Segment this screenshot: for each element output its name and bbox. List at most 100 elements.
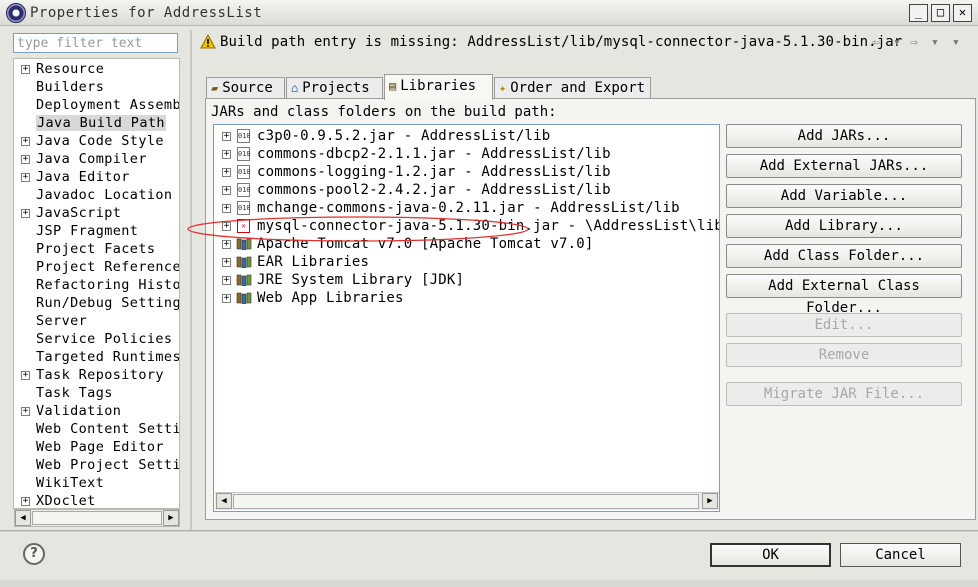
library-container-icon xyxy=(236,256,252,268)
nav-item[interactable]: Java Build Path xyxy=(14,114,179,132)
tab-projects[interactable]: ⌂ Projects xyxy=(286,77,383,99)
cancel-button[interactable]: Cancel xyxy=(840,543,961,567)
library-container-icon xyxy=(236,274,252,286)
back-arrow-icon[interactable]: ⇦ xyxy=(872,35,880,50)
nav-item-label: Service Policies xyxy=(36,331,173,347)
expand-icon[interactable]: + xyxy=(222,132,231,141)
expand-icon[interactable]: + xyxy=(222,276,231,285)
jar-icon: 010 xyxy=(237,183,251,197)
add-library-button[interactable]: Add Library... xyxy=(726,214,962,238)
migrate-jar-button[interactable]: Migrate JAR File... xyxy=(726,382,962,406)
minimize-button[interactable]: _ xyxy=(909,4,928,22)
expand-icon[interactable]: + xyxy=(222,258,231,267)
nav-item[interactable]: WikiText xyxy=(14,474,179,492)
jar-icon: 010 xyxy=(237,165,251,179)
nav-item[interactable]: Service Policies xyxy=(14,330,179,348)
remove-button[interactable]: Remove xyxy=(726,343,962,367)
nav-item[interactable]: + XDoclet xyxy=(14,492,179,508)
footer-separator xyxy=(0,530,978,532)
nav-item[interactable]: + Java Compiler xyxy=(14,150,179,168)
tab-source[interactable]: ▰ Source xyxy=(206,77,285,99)
nav-item-label: Task Tags xyxy=(36,385,113,401)
expand-icon[interactable]: + xyxy=(222,186,231,195)
add-class-folder-button[interactable]: Add Class Folder... xyxy=(726,244,962,268)
expand-icon[interactable]: + xyxy=(222,294,231,303)
library-entry[interactable]: + ✕ mysql-connector-java-5.1.30-bin.jar - … xyxy=(214,217,719,235)
tab-order-export[interactable]: ✦ Order and Export xyxy=(494,77,651,99)
add-external-class-folder-button[interactable]: Add External Class Folder... xyxy=(726,274,962,316)
view-menu-chevron-icon[interactable]: ▾ xyxy=(952,35,960,50)
nav-item[interactable]: Web Project Settin xyxy=(14,456,179,474)
expand-icon[interactable]: + xyxy=(222,240,231,249)
nav-item[interactable]: Web Content Settin xyxy=(14,420,179,438)
forward-arrow-icon[interactable]: ⇨ xyxy=(910,35,918,50)
library-entry-label: Web App Libraries xyxy=(257,290,404,306)
back-menu-chevron-icon[interactable]: ▾ xyxy=(893,35,901,50)
add-external-jars-button[interactable]: Add External JARs... xyxy=(726,154,962,178)
expand-icon[interactable]: + xyxy=(21,173,30,182)
help-icon[interactable]: ? xyxy=(23,543,45,565)
nav-item[interactable]: Deployment Assembl xyxy=(14,96,179,114)
expand-icon[interactable]: + xyxy=(222,168,231,177)
scroll-right-icon[interactable]: ▶ xyxy=(702,493,718,509)
scroll-left-icon[interactable]: ◀ xyxy=(15,510,31,526)
library-entry[interactable]: +010 commons-pool2-2.4.2.jar - AddressLis… xyxy=(214,181,719,199)
library-container-icon xyxy=(236,292,252,304)
library-entry[interactable]: +010 c3p0-0.9.5.2.jar - AddressList/lib xyxy=(214,127,719,145)
ok-button[interactable]: OK xyxy=(710,543,831,567)
expand-icon[interactable]: + xyxy=(222,204,231,213)
expand-icon[interactable]: + xyxy=(21,407,30,416)
expand-icon[interactable]: + xyxy=(21,155,30,164)
library-entry[interactable]: +010 commons-dbcp2-2.1.1.jar - AddressLis… xyxy=(214,145,719,163)
nav-item[interactable]: Server xyxy=(14,312,179,330)
scroll-left-icon[interactable]: ◀ xyxy=(216,493,232,509)
filter-input[interactable] xyxy=(13,33,178,53)
expand-icon[interactable]: + xyxy=(21,209,30,218)
nav-item[interactable]: Builders xyxy=(14,78,179,96)
nav-item[interactable]: + Java Editor xyxy=(14,168,179,186)
nav-item[interactable]: Run/Debug Settings xyxy=(14,294,179,312)
nav-horizontal-scrollbar[interactable]: ◀ ▶ xyxy=(14,509,180,527)
source-folder-icon: ▰ xyxy=(211,81,219,95)
edit-button[interactable]: Edit... xyxy=(726,313,962,337)
library-entry[interactable]: + JRE System Library [JDK] xyxy=(214,271,719,289)
nav-item[interactable]: Project References xyxy=(14,258,180,276)
nav-item[interactable]: Targeted Runtimes xyxy=(14,348,179,366)
expand-icon[interactable]: + xyxy=(21,497,30,506)
nav-item[interactable]: + Validation xyxy=(14,402,179,420)
splitter[interactable] xyxy=(190,30,192,530)
maximize-button[interactable]: □ xyxy=(931,4,950,22)
expand-icon[interactable]: + xyxy=(222,150,231,159)
nav-item[interactable]: Task Tags xyxy=(14,384,179,402)
nav-item[interactable]: Web Page Editor xyxy=(14,438,179,456)
nav-item[interactable]: + JavaScript xyxy=(14,204,179,222)
nav-item[interactable]: + Task Repository xyxy=(14,366,179,384)
library-entry[interactable]: +010 commons-logging-1.2.jar - AddressLis… xyxy=(214,163,719,181)
nav-item[interactable]: Refactoring Histor xyxy=(14,276,179,294)
nav-item[interactable]: + Java Code Style xyxy=(14,132,179,150)
library-entry[interactable]: +010 mchange-commons-java-0.2.11.jar - Ad… xyxy=(214,199,719,217)
forward-menu-chevron-icon[interactable]: ▾ xyxy=(931,35,939,50)
library-entry[interactable]: + EAR Libraries xyxy=(214,253,719,271)
scrollbar-thumb[interactable] xyxy=(32,511,162,525)
add-variable-button[interactable]: Add Variable... xyxy=(726,184,962,208)
nav-item-label: WikiText xyxy=(36,475,105,491)
close-button[interactable]: ✕ xyxy=(953,4,972,22)
library-entry[interactable]: + Web App Libraries xyxy=(214,289,719,307)
expand-icon[interactable]: + xyxy=(21,137,30,146)
scrollbar-thumb[interactable] xyxy=(233,494,699,509)
build-path-warning: Build path entry is missing: AddressList… xyxy=(220,34,903,50)
nav-item[interactable]: Javadoc Location xyxy=(14,186,179,204)
expand-icon[interactable]: + xyxy=(21,371,30,380)
add-jars-button[interactable]: Add JARs... xyxy=(726,124,962,148)
library-entry[interactable]: + Apache Tomcat v7.0 [Apache Tomcat v7.0] xyxy=(214,235,719,253)
nav-item[interactable]: JSP Fragment xyxy=(14,222,179,240)
nav-item[interactable]: + Resource xyxy=(14,60,179,78)
nav-item-label: Project References xyxy=(36,259,180,275)
libraries-horizontal-scrollbar[interactable]: ◀ ▶ xyxy=(215,492,719,510)
expand-icon[interactable]: + xyxy=(21,65,30,74)
nav-item[interactable]: Project Facets xyxy=(14,240,179,258)
scroll-right-icon[interactable]: ▶ xyxy=(163,510,179,526)
expand-icon[interactable]: + xyxy=(222,222,231,231)
tab-libraries[interactable]: ▤ Libraries xyxy=(384,74,493,100)
